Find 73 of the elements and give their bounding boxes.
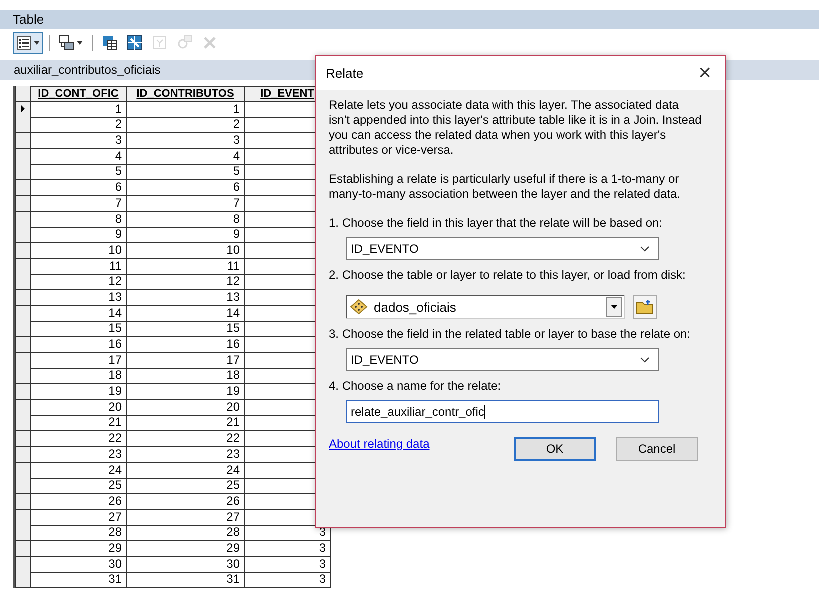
table-cell: 14 [31, 306, 127, 322]
table-cell: 15 [127, 321, 245, 338]
table-cell: 28 [31, 525, 127, 542]
table-cell: 1 [31, 102, 127, 118]
table-cell: 2 [31, 117, 127, 134]
table-cell: 3 [245, 556, 331, 573]
table-cell: 11 [31, 258, 127, 275]
table-cell: 10 [31, 242, 127, 259]
dialog-title: Relate [326, 66, 364, 80]
table-cell: 25 [127, 478, 245, 494]
table-cell: 4 [127, 148, 245, 165]
table-cell: 22 [127, 431, 245, 448]
table-cell: 16 [31, 337, 127, 353]
table-cell: 30 [31, 556, 127, 573]
table-cell: 25 [31, 478, 127, 494]
step-label: 4. Choose a name for the relate: [329, 379, 502, 394]
table-cell: 1 [127, 102, 245, 118]
window-title: Table [13, 12, 44, 27]
table-cell: 5 [31, 164, 127, 180]
table-cell: 3 [245, 540, 331, 557]
table-cell: 29 [31, 540, 127, 557]
table-cell: 15 [31, 321, 127, 338]
table-cell: 31 [31, 572, 127, 588]
table-cell: 9 [127, 227, 245, 244]
table-cell: 6 [127, 180, 245, 196]
table-cell: 3 [127, 133, 245, 150]
table-cell: 24 [127, 462, 245, 478]
table-cell: 11 [127, 258, 245, 275]
table-cell: 2 [127, 117, 245, 134]
table-cell: 18 [127, 368, 245, 384]
table-cell: 27 [31, 510, 127, 526]
table-cell: 27 [127, 510, 245, 526]
step-label: 2. Choose the table or layer to relate to this layer, or load from disk: [329, 268, 687, 283]
table-cell: 22 [31, 431, 127, 448]
table-cell: 3 [245, 572, 331, 588]
table-cell: 17 [127, 352, 245, 369]
description-text: Establishing a relate is particularly useful if there is a 1-to-many or many-to-many association between the layer and the related data. [329, 172, 682, 202]
table-cell: 19 [31, 384, 127, 400]
table-cell: 5 [127, 164, 245, 180]
table-cell: 29 [127, 540, 245, 557]
table-cell: 16 [127, 337, 245, 353]
table-cell: 20 [31, 400, 127, 416]
table-cell: 13 [127, 290, 245, 306]
table-cell: 3 [31, 133, 127, 150]
table-cell: 18 [31, 368, 127, 384]
description-text: Relate lets you associate data with this layer. The associated data isn't appended into this layer's attribute table like it is in a Join. Instead you can access the related data when you work with this layer's attributes or vice-versa. [329, 98, 703, 158]
table-cell: 4 [31, 148, 127, 165]
table-cell: 28 [127, 525, 245, 542]
table-cell: 23 [31, 446, 127, 463]
step-label: 3. Choose the field in the related table or layer to base the relate on: [329, 327, 692, 342]
table-cell: 6 [31, 180, 127, 196]
step-label: 1. Choose the field in this layer that the relate will be based on: [329, 216, 664, 231]
table-cell: 10 [127, 242, 245, 259]
table-cell: 8 [31, 212, 127, 228]
table-cell: 14 [127, 306, 245, 322]
table-cell: 31 [127, 572, 245, 588]
table-cell: 12 [31, 274, 127, 290]
table-cell: 8 [127, 212, 245, 228]
table-cell: 20 [127, 400, 245, 416]
table-cell: 19 [127, 384, 245, 400]
table-cell: 9 [31, 227, 127, 244]
table-cell: 17 [31, 352, 127, 369]
table-cell: 21 [127, 415, 245, 432]
table-cell: 26 [31, 494, 127, 510]
table-cell: 26 [127, 494, 245, 510]
table-cell: 30 [127, 556, 245, 573]
table-cell: 7 [127, 196, 245, 212]
table-cell: 23 [127, 446, 245, 463]
table-cell: 7 [31, 196, 127, 212]
table-cell: 12 [127, 274, 245, 290]
table-cell: 24 [31, 462, 127, 478]
table-cell: 13 [31, 290, 127, 306]
table-cell: 21 [31, 415, 127, 432]
